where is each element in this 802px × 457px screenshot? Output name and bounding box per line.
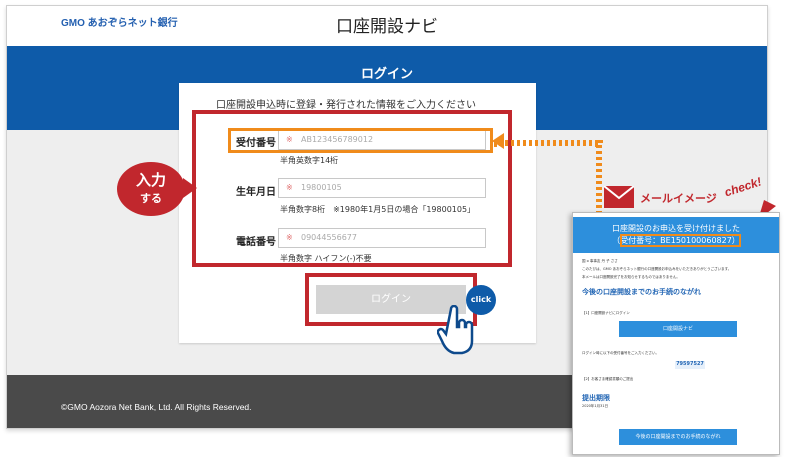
email-section-flow: 今後の口座開設までのお手続のながれ: [582, 288, 701, 296]
email-step-1: 【1】口座開設ナビにログイン: [582, 311, 630, 315]
reception-number-hint: 半角英数字14桁: [280, 156, 339, 165]
email-step-2: 【2】お客さま確認書類のご提出: [582, 377, 634, 381]
email-greeting: 国 o 事事友 丹 子 ささ: [582, 259, 618, 263]
pointer-hand-icon: [437, 305, 474, 355]
email-body-1: このたびは、GMO あおぞらネット銀行の口座開設お申込みをいただきありがとうござ…: [582, 267, 732, 271]
email-section-deadline: 提出期限: [582, 394, 610, 402]
field-label-birthdate: 生年月日: [236, 187, 276, 198]
required-mark: ※: [286, 183, 293, 192]
mail-icon: [603, 185, 635, 208]
connector-line-top: [494, 140, 598, 146]
email-deadline: 2020年1月31日: [582, 404, 609, 408]
phone-placeholder: 09044556677: [301, 233, 357, 242]
badge-pointer-icon: [183, 178, 197, 198]
top-bar: GMO あおぞらネット銀行 口座開設ナビ: [7, 6, 767, 46]
badge-text-1: 入力: [135, 171, 166, 189]
email-navi-button[interactable]: 口座開設ナビ: [619, 321, 737, 337]
field-label-phone: 電話番号: [236, 237, 276, 248]
copyright: ©GMO Aozora Net Bank, Ltd. All Rights Re…: [61, 402, 252, 412]
page-title: 口座開設ナビ: [336, 17, 438, 37]
birthdate-placeholder: 19800105: [301, 183, 342, 192]
birthdate-input[interactable]: ※ 19800105: [278, 178, 486, 198]
email-code: 79597527: [675, 361, 705, 369]
email-body-2: 本メールは口座開設完了をお知らせするものではありません。: [582, 275, 680, 279]
login-heading: ログイン: [360, 67, 413, 82]
input-badge: 入力 する: [117, 162, 185, 216]
email-flow-button[interactable]: 今後の口座開設までのお手続のながれ: [619, 429, 737, 445]
email-code-highlight: [620, 234, 741, 247]
arrow-left-icon: [492, 133, 504, 149]
reception-number-highlight: [228, 128, 493, 153]
phone-input[interactable]: ※ 09044556677: [278, 228, 486, 248]
badge-text-2: する: [140, 192, 162, 205]
required-mark: ※: [286, 233, 293, 242]
login-intro-text: 口座開設申込時に登録・発行された情報をご入力ください: [216, 100, 476, 111]
email-step-note: ログイン時に以下の受付番号をご入力ください。: [582, 351, 659, 355]
phone-hint: 半角数字 ハイフン(-)不要: [280, 254, 372, 263]
birthdate-hint: 半角数字8桁 ※1980年1月5日の場合「19800105」: [280, 205, 476, 214]
email-preview: 口座開設のお申込を受け付けました （受付番号：BE150100060827） 国…: [572, 212, 780, 455]
mail-image-label: メールイメージ: [640, 192, 717, 205]
